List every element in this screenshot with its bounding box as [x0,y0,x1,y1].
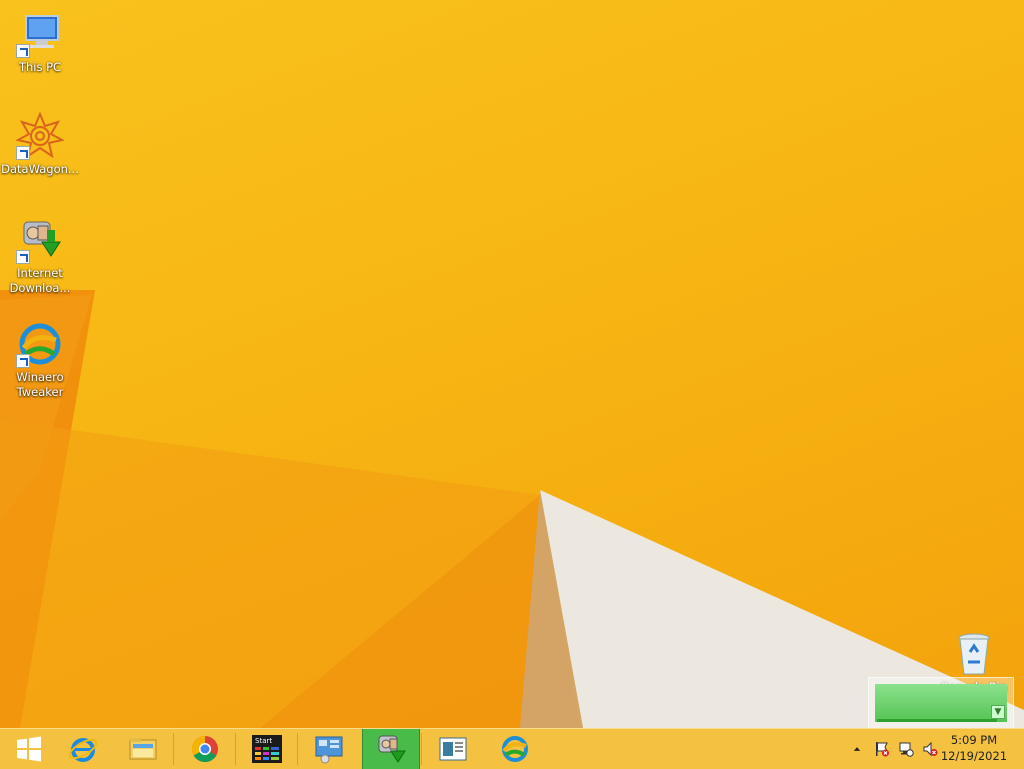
control-panel-icon [315,736,343,764]
file-explorer-icon [129,738,157,760]
tray-action-center[interactable] [872,729,892,769]
taskbar-chrome[interactable] [176,729,234,769]
taskbar-control-panel[interactable] [300,729,358,769]
icon-label: Tweaker [16,385,64,399]
taskbar-separator [173,733,174,765]
shortcut-arrow-icon [16,146,30,160]
chevron-down-icon[interactable]: ▼ [991,705,1005,719]
taskbar-document-viewer[interactable] [424,729,482,769]
shortcut-arrow-icon [16,250,30,264]
network-monitor-gadget[interactable]: ▼ [868,677,1014,728]
chrome-icon [191,735,218,763]
tray-network[interactable] [896,729,916,769]
desktop: This PC DataWagon... Internet Downloa...… [0,0,1024,728]
network-icon [899,742,914,757]
desktop-icon-datawagon[interactable]: DataWagon... [0,111,80,177]
svg-text:Start: Start [255,737,272,745]
icon-label: Winaero [16,370,64,384]
desktop-icon-internet-download-manager[interactable]: Internet Downloa... [0,216,80,296]
taskbar-separator [235,733,236,765]
taskbar-separator [297,733,298,765]
taskbar-separator [421,733,422,765]
document-icon [439,737,467,761]
taskbar-file-explorer[interactable] [114,729,172,769]
clock-date: 12/19/2021 [940,749,1008,763]
taskbar: Start 5:09 PM 12/19/2021 [0,728,1024,769]
wallpaper [0,290,1024,728]
taskbar-winaero-tweaker[interactable] [486,729,544,769]
chevron-up-icon [853,747,861,751]
taskbar-start-menu-app[interactable]: Start [238,729,296,769]
taskbar-internet-download-manager[interactable] [362,729,420,769]
action-center-flag-icon [876,742,889,757]
desktop-icon-winaero-tweaker[interactable]: Winaero Tweaker [0,320,80,400]
icon-label: Internet [17,266,63,280]
icon-label: This PC [18,60,62,74]
internet-download-manager-icon [378,735,406,763]
gadget-progress [877,719,997,722]
icon-label: DataWagon... [1,162,79,176]
recycle-bin-icon [958,633,990,675]
shortcut-arrow-icon [16,44,30,58]
internet-explorer-icon [68,738,98,762]
shortcut-arrow-icon [16,354,30,368]
taskbar-clock[interactable]: 5:09 PM 12/19/2021 [934,732,1014,764]
taskbar-internet-explorer[interactable] [54,729,112,769]
start-tiles-icon: Start [252,735,282,763]
clock-time: 5:09 PM [950,733,998,747]
gadget-graph [875,684,1007,722]
start-button[interactable] [0,729,58,769]
windows-logo-icon [17,736,41,762]
winaero-tweaker-icon [502,736,528,762]
icon-label: Downloa... [9,281,71,295]
show-hidden-icons-button[interactable] [850,729,864,769]
desktop-icon-this-pc[interactable]: This PC [0,10,80,75]
